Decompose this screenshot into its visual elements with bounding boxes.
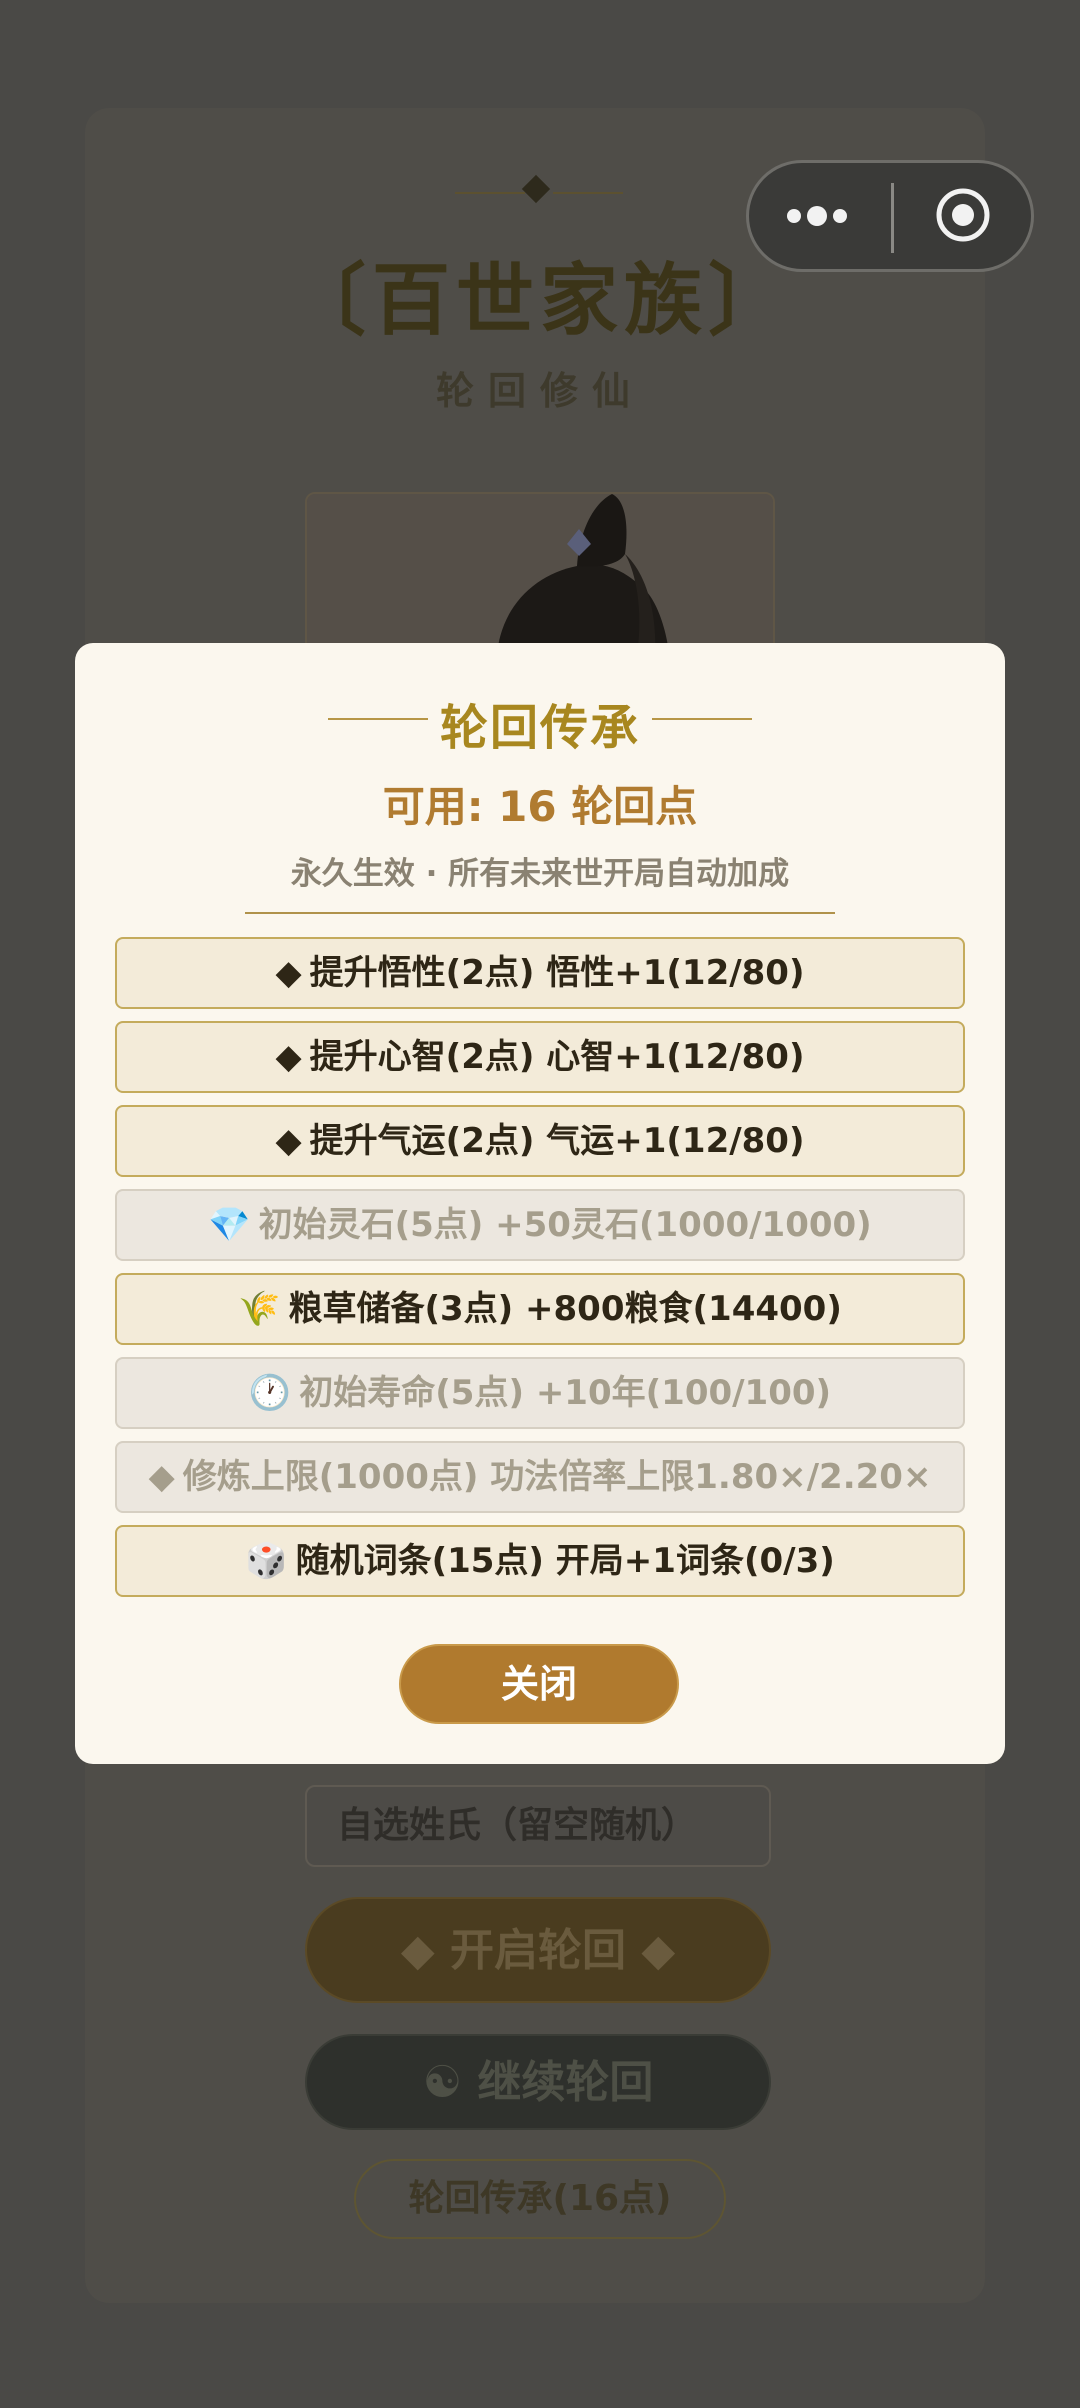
modal-title: 轮回传承 <box>439 700 640 756</box>
option-comprehension[interactable]: ◆ 提升悟性(2点) 悟性+1(12/80) <box>115 937 965 1009</box>
miniprogram-capsule <box>746 160 1034 272</box>
clock-icon: 🕐 <box>248 1373 292 1413</box>
option-luck[interactable]: ◆ 提升气运(2点) 气运+1(12/80) <box>115 1105 965 1177</box>
option-mind[interactable]: ◆ 提升心智(2点) 心智+1(12/80) <box>115 1021 965 1093</box>
available-points: 可用: 16 轮回点 <box>382 782 698 831</box>
game-subtitle: 轮回修仙 <box>435 369 644 413</box>
modal-divider <box>245 912 835 914</box>
option-label: 提升气运(2点) 气运+1(12/80) <box>309 1121 805 1161</box>
option-label: 随机词条(15点) 开局+1词条(0/3) <box>295 1541 835 1581</box>
dice-icon: 🎲 <box>245 1541 288 1581</box>
diamond-icon: ◆ <box>275 953 302 993</box>
option-label: 初始灵石(5点) +50灵石(1000/1000) <box>258 1205 872 1245</box>
option-random-trait[interactable]: 🎲 随机词条(15点) 开局+1词条(0/3) <box>115 1525 965 1597</box>
option-label: 提升心智(2点) 心智+1(12/80) <box>309 1037 805 1077</box>
close-miniprogram-icon[interactable] <box>935 187 991 243</box>
gem-icon: 💎 <box>208 1205 251 1245</box>
modal-description: 永久生效 · 所有未来世开局自动加成 <box>290 856 790 892</box>
capsule-divider <box>891 183 894 253</box>
title-line-right <box>652 718 752 720</box>
surname-input[interactable]: 自选姓氏（留空随机） <box>305 1785 771 1867</box>
option-label: 修炼上限(1000点) 功法倍率上限1.80×/2.20× <box>182 1457 932 1497</box>
inheritance-modal: 轮回传承 可用: 16 轮回点 永久生效 · 所有未来世开局自动加成 ◆ 提升悟性… <box>75 643 1005 1764</box>
character-portrait <box>305 492 775 656</box>
inheritance-button[interactable]: 轮回传承(16点) <box>354 2159 726 2239</box>
grain-icon: 🌾 <box>238 1289 281 1329</box>
diamond-icon: ◆ <box>275 1121 302 1161</box>
option-cultivation-limit[interactable]: ◆ 修炼上限(1000点) 功法倍率上限1.80×/2.20× <box>115 1441 965 1513</box>
option-label: 初始寿命(5点) +10年(100/100) <box>299 1373 832 1413</box>
option-lifespan[interactable]: 🕐 初始寿命(5点) +10年(100/100) <box>115 1357 965 1429</box>
option-grain-reserve[interactable]: 🌾 粮草储备(3点) +800粮食(14400) <box>115 1273 965 1345</box>
diamond-icon: ◆ <box>148 1457 175 1497</box>
more-menu-icon[interactable] <box>787 197 877 237</box>
option-label: 粮草储备(3点) +800粮食(14400) <box>288 1289 842 1329</box>
option-label: 提升悟性(2点) 悟性+1(12/80) <box>309 953 805 993</box>
close-button[interactable]: 关闭 <box>399 1644 679 1724</box>
diamond-icon: ◆ <box>275 1037 302 1077</box>
start-reincarnation-button[interactable]: ◆ 开启轮回 ◆ <box>305 1897 771 2003</box>
continue-reincarnation-button[interactable]: ☯ 继续轮回 <box>305 2034 771 2130</box>
option-spirit-stones[interactable]: 💎 初始灵石(5点) +50灵石(1000/1000) <box>115 1189 965 1261</box>
